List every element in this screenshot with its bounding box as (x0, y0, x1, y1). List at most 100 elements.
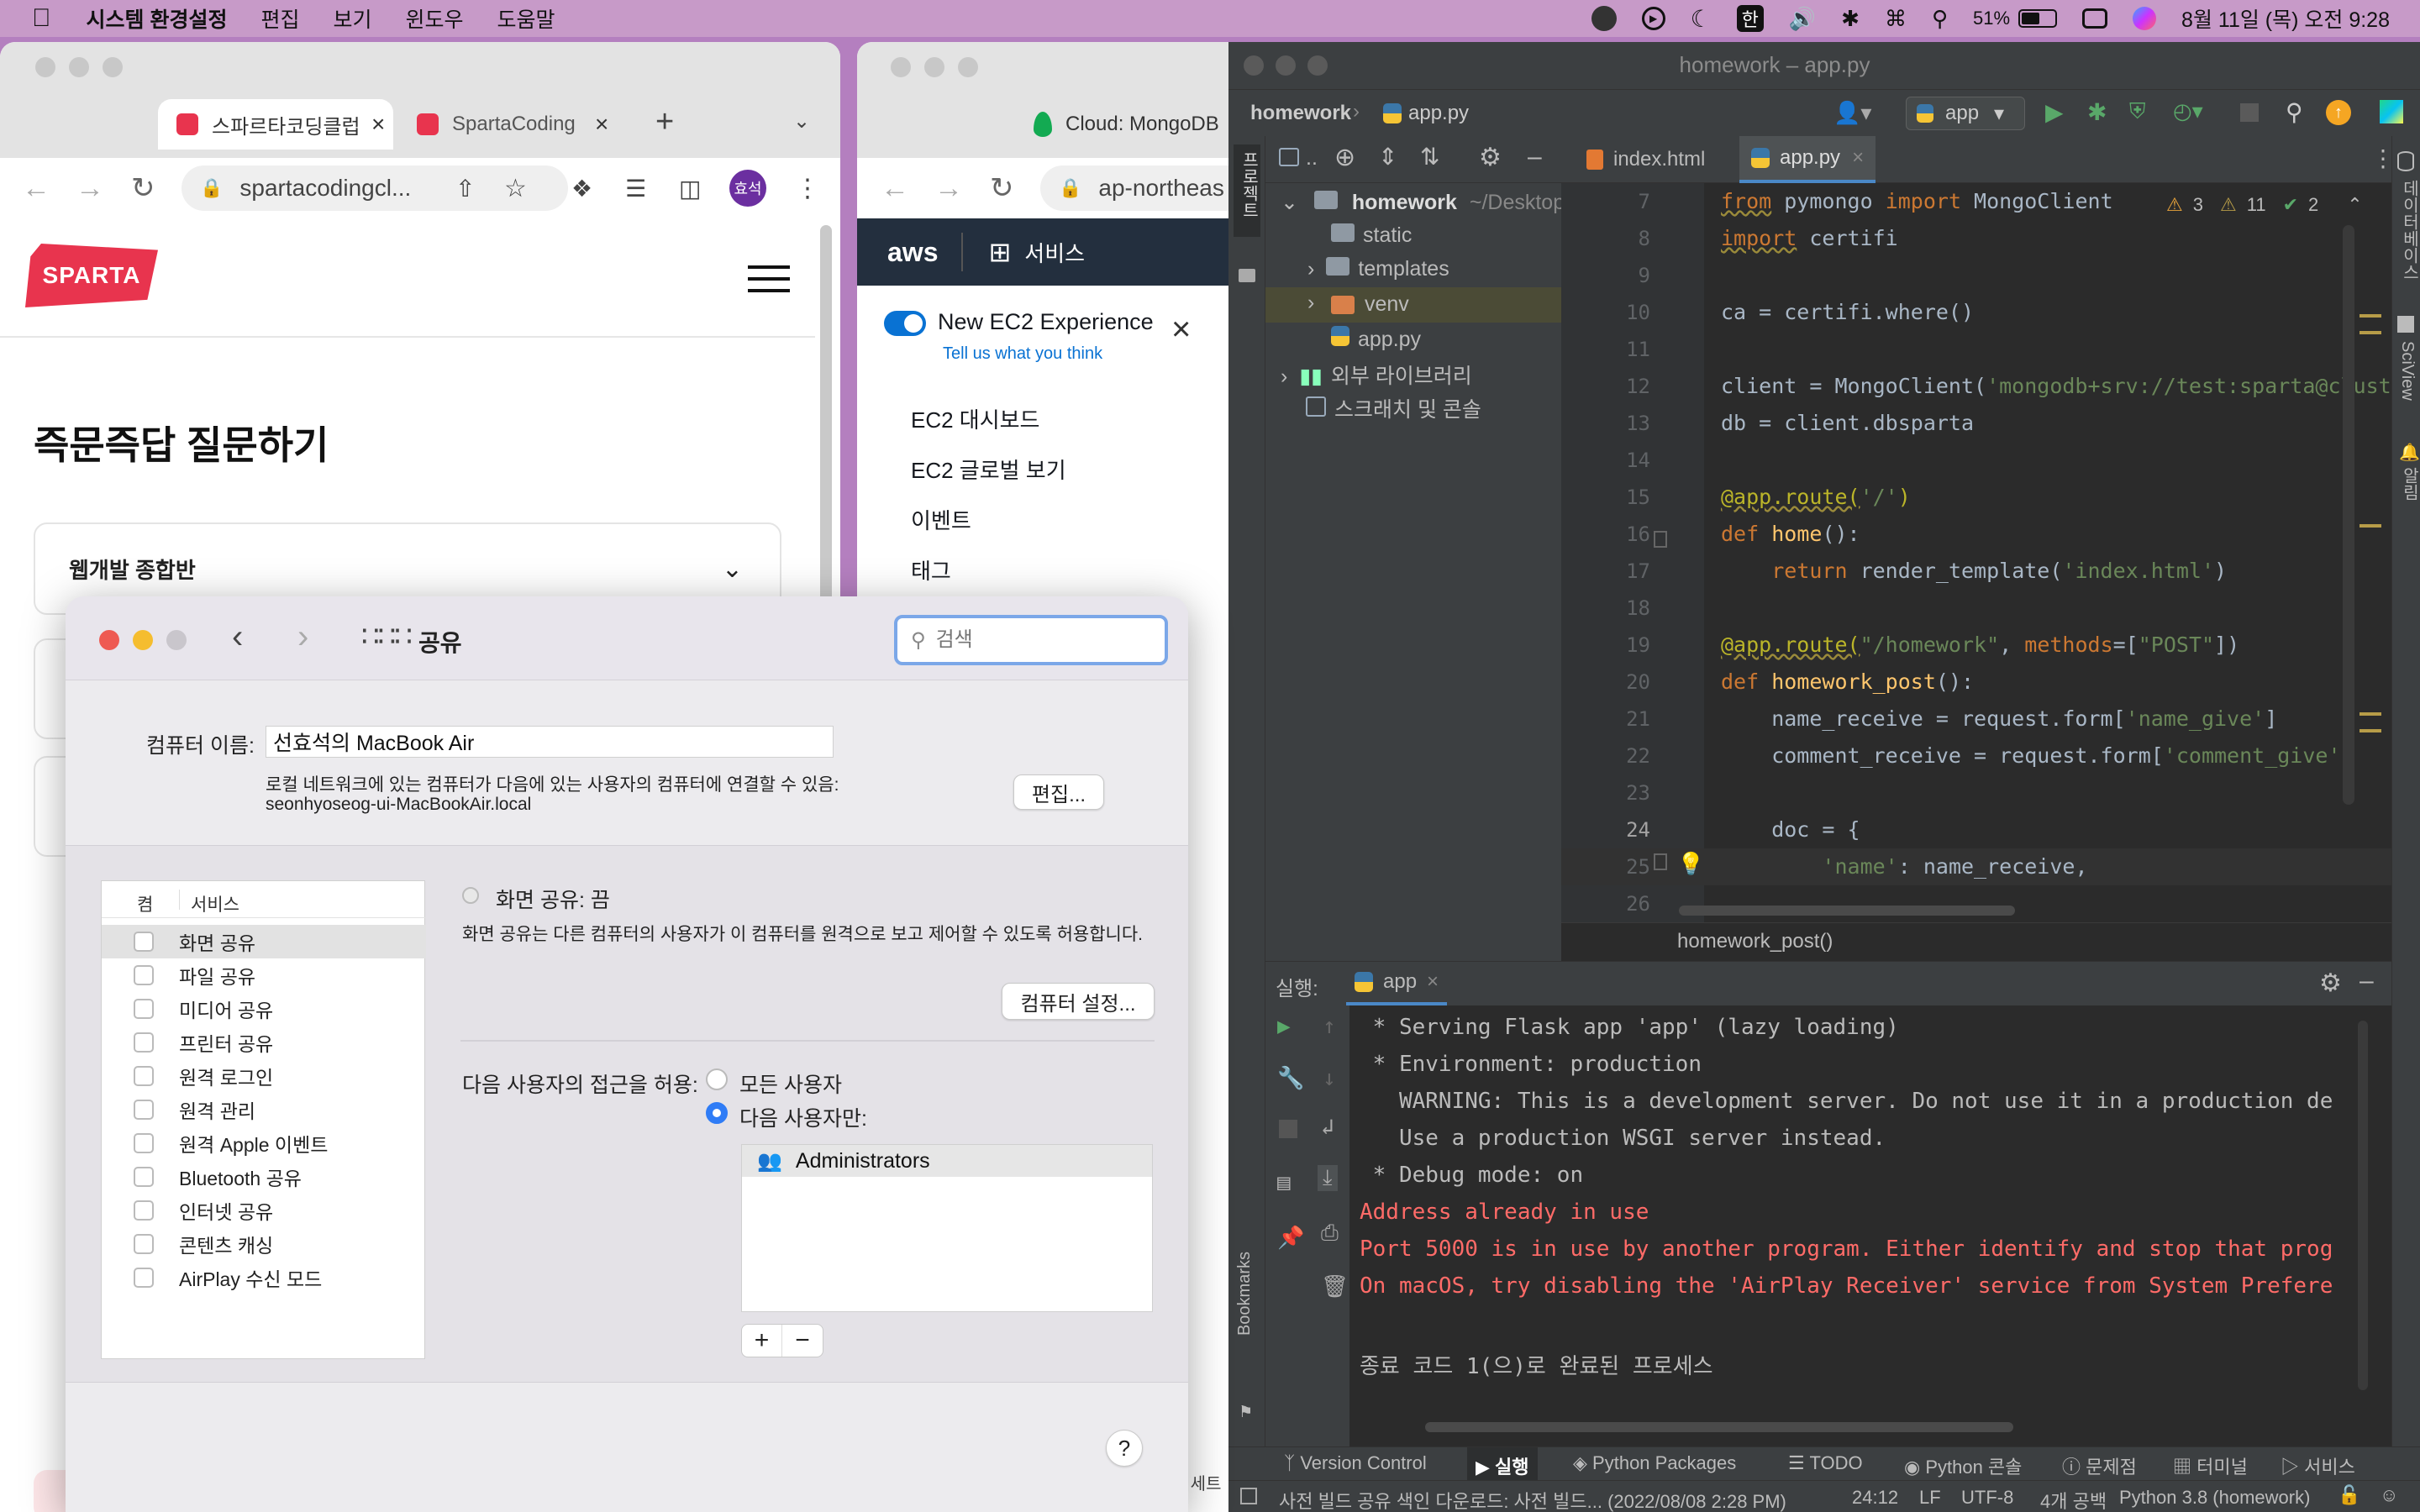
address-bar[interactable]: 🔒 ap-northeas (1040, 165, 1244, 211)
input-method[interactable]: 한 (1736, 5, 1764, 32)
project-view-icon[interactable] (1279, 148, 1299, 166)
back-icon[interactable]: ← (22, 172, 50, 205)
fold-icon[interactable] (1654, 531, 1667, 548)
bookmarks-tool-tab[interactable]: Bookmarks (1235, 1252, 1255, 1336)
computer-name-field[interactable] (266, 726, 834, 758)
wifi-icon[interactable]: ⌘ (1885, 6, 1907, 32)
address-bar[interactable]: 🔒 spartacodingcl... ⇧ ☆ (182, 165, 568, 211)
status-interpreter[interactable]: Python 3.8 (homework) (2119, 1487, 2310, 1509)
breadcrumb-file[interactable]: app.py (1408, 102, 1469, 125)
service-checkbox[interactable] (134, 1200, 154, 1221)
service-checkbox[interactable] (134, 1066, 154, 1086)
list-item[interactable]: 원격 로그인 (102, 1059, 426, 1093)
zoom-window-button[interactable] (166, 630, 187, 650)
reload-icon[interactable]: ↻ (131, 171, 155, 205)
update-icon[interactable]: ↑ (2326, 100, 2351, 125)
notification-app-icon[interactable] (1591, 6, 1617, 31)
minimize-window-button[interactable] (133, 630, 153, 650)
notification-icon[interactable]: ☺ (2380, 1484, 2398, 1506)
service-checkbox[interactable] (134, 999, 154, 1019)
collapse-all-icon[interactable]: ⇅ (1420, 143, 1439, 171)
arrow-up-icon[interactable]: ↑ (1323, 1014, 1336, 1039)
share-icon[interactable]: ⇧ (455, 175, 475, 202)
browser-tab[interactable]: Cloud: MongoDB (1034, 99, 1244, 150)
expand-all-icon[interactable]: ⇕ (1378, 143, 1397, 171)
console-output[interactable]: * Serving Flask app 'app' (lazy loading)… (1360, 1009, 2334, 1387)
list-item[interactable]: 프린터 공유 (102, 1026, 426, 1059)
editor-hscrollbar[interactable] (1679, 906, 2015, 916)
close-icon[interactable]: × (1852, 146, 1864, 170)
bluetooth-icon[interactable]: ✱ (1841, 6, 1860, 32)
list-item[interactable]: AirPlay 수신 모드 (102, 1261, 426, 1294)
list-item[interactable]: 미디어 공유 (102, 992, 426, 1026)
apple-icon[interactable]:  (32, 4, 51, 33)
print-icon[interactable]: ⎙ (1321, 1221, 1339, 1247)
tool-tab-terminal[interactable]: ▦ 터미널 (2173, 1452, 2248, 1479)
tree-item-external-libraries[interactable]: › ▮▮ 외부 라이브러리 (1281, 360, 1472, 390)
list-item[interactable]: 인터넷 공유 (102, 1194, 426, 1227)
tool-tab-todo[interactable]: ☰ TODO (1788, 1452, 1863, 1474)
page-scrollbar[interactable] (820, 225, 832, 628)
menu-app-name[interactable]: 시스템 환경설정 (87, 3, 228, 34)
remove-user-button[interactable]: − (782, 1325, 823, 1357)
siri-icon[interactable] (2133, 7, 2157, 30)
status-layout-icon[interactable] (1240, 1488, 1257, 1504)
close-window-button[interactable] (99, 630, 119, 650)
sparta-logo[interactable]: SPARTA (25, 244, 158, 307)
tool-tab-python-packages[interactable]: ◈ Python Packages (1573, 1452, 1736, 1474)
computer-settings-button[interactable]: 컴퓨터 설정... (1002, 983, 1155, 1020)
help-button[interactable]: ? (1106, 1430, 1143, 1467)
arrow-down-icon[interactable]: ↓ (1323, 1066, 1336, 1091)
feedback-link[interactable]: Tell us what you think (943, 344, 1102, 364)
search-icon[interactable]: ⚲ (1932, 6, 1948, 32)
nav-tags[interactable]: 태그 (911, 554, 951, 585)
editor-scrollbar[interactable] (2343, 225, 2354, 805)
lightbulb-icon[interactable]: 💡 (1677, 852, 1704, 877)
scroll-end-icon[interactable]: ⤓ (1318, 1165, 1338, 1191)
battery-icon[interactable] (2018, 9, 2058, 28)
tree-item-templates[interactable]: › templates (1307, 257, 1449, 281)
tree-item-app-py[interactable]: app.py (1331, 326, 1421, 352)
service-checkbox[interactable] (134, 1133, 154, 1153)
editor[interactable]: 7 8 9 10 11 12 13 14 15 16 17 18 19 20 21 22 23 24 25 26 💡 … (1561, 183, 2391, 922)
only-these-users-radio[interactable] (706, 1102, 728, 1124)
reload-icon[interactable]: ↻ (990, 171, 1014, 205)
close-icon[interactable]: × (1427, 970, 1439, 994)
database-tool-tab[interactable]: 데이터베이스 (2397, 180, 2420, 281)
search-input[interactable] (935, 628, 1138, 652)
control-center-icon[interactable] (2082, 8, 2108, 29)
inspection-widget[interactable]: ⚠3 ⚠11 ✔2 ⌃ ⌄ (2166, 190, 2391, 220)
nav-ec2-global-view[interactable]: EC2 글로벌 보기 (911, 454, 1066, 485)
add-user-button[interactable]: + (742, 1325, 782, 1357)
locate-icon[interactable]: ⊕ (1334, 143, 1355, 172)
run-tab-app[interactable]: app × (1346, 962, 1448, 1005)
tree-item-venv[interactable]: › venv (1265, 287, 1561, 323)
tree-root[interactable]: ⌄ homework ~/Desktop (1281, 190, 1565, 215)
moon-icon[interactable]: ☾ (1691, 5, 1712, 33)
breadcrumb-project[interactable]: homework (1250, 102, 1351, 125)
tree-item-scratches[interactable]: 스크래치 및 콘솔 (1306, 393, 1481, 423)
grid-menu-icon[interactable]: ⊞ (988, 236, 1011, 268)
forward-icon[interactable]: → (76, 172, 104, 205)
hamburger-menu-icon[interactable] (748, 265, 790, 292)
layout-icon[interactable]: ▤ (1277, 1170, 1291, 1195)
new-tab-icon[interactable]: + (655, 104, 674, 140)
tool-tab-version-control[interactable]: ᛉ Version Control (1284, 1452, 1427, 1474)
close-icon[interactable]: × (595, 111, 608, 138)
forward-icon[interactable]: › (297, 618, 308, 656)
soft-wrap-icon[interactable]: ↲ (1321, 1115, 1334, 1140)
tab-app-py[interactable]: app.py × (1739, 136, 1876, 183)
service-checkbox[interactable] (134, 1032, 154, 1053)
trash-icon[interactable]: 🗑 (1321, 1274, 1349, 1299)
browser-tab[interactable]: SpartaCoding × (412, 99, 622, 150)
services-menu[interactable]: 서비스 (1024, 237, 1085, 268)
service-checkbox[interactable] (134, 1234, 154, 1254)
menu-edit[interactable]: 편집 (260, 3, 299, 34)
gear-icon[interactable]: ⚙ (2319, 969, 2342, 998)
status-cursor-position[interactable]: 24:12 (1852, 1487, 1898, 1509)
reading-list-icon[interactable]: ☰ (625, 175, 646, 202)
list-item[interactable]: 파일 공유 (102, 958, 426, 992)
hide-panel-icon[interactable]: – (1528, 143, 1542, 171)
edit-hostname-button[interactable]: 편집... (1013, 774, 1104, 810)
list-item[interactable]: 콘텐츠 캐싱 (102, 1227, 426, 1261)
